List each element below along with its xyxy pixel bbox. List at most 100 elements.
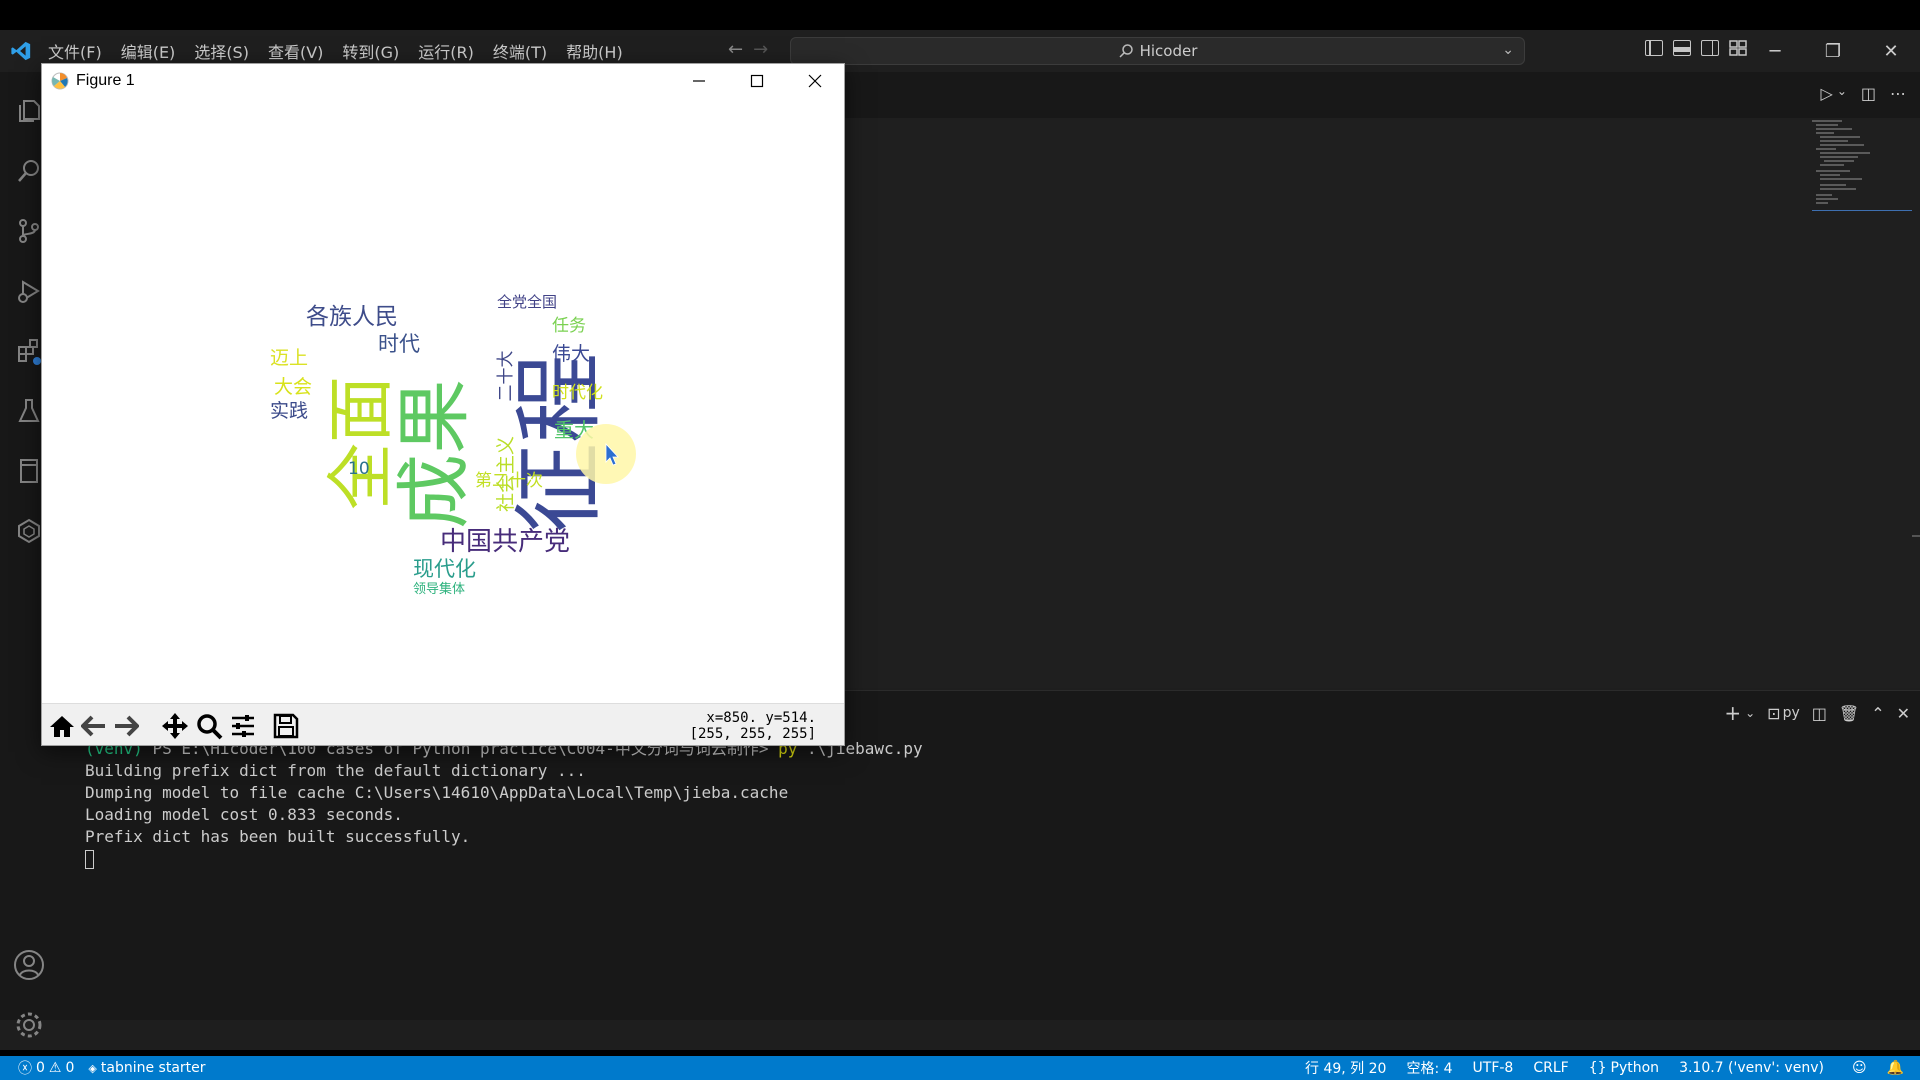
terminal-name-label[interactable]: py — [1783, 705, 1800, 721]
menu-view[interactable]: 查看(V) — [268, 39, 323, 63]
end-of-line[interactable]: CRLF — [1533, 1060, 1568, 1076]
figure-window: Figure 1 征程 成果 全面 中国共产党 现代化 各族人民 时代 迈上 大… — [41, 63, 845, 746]
close-panel-icon[interactable]: ✕ — [1897, 704, 1910, 723]
forward-arrow-icon[interactable]: → — [753, 39, 768, 60]
tabnine-status-icon: ◈ — [88, 1061, 97, 1075]
figure-close-icon[interactable] — [786, 64, 844, 98]
screen: 文件(F) 编辑(E) 选择(S) 查看(V) 转到(G) 运行(R) 终端(T… — [0, 0, 1920, 1080]
zoom-icon[interactable] — [194, 711, 224, 741]
panel-actions: + ⌄ ⊡ py ◫ 🗑 ⌃ ✕ — [1724, 701, 1910, 725]
figure-title-bar[interactable]: Figure 1 — [42, 64, 844, 98]
error-count: 0 — [36, 1060, 45, 1076]
maximize-panel-icon[interactable]: ⌃ — [1871, 704, 1884, 723]
terminal-dropdown-chevron-icon[interactable]: ⌄ — [1745, 706, 1755, 720]
subplots-config-icon[interactable] — [228, 711, 258, 741]
menu-run[interactable]: 运行(R) — [418, 39, 474, 63]
trash-icon[interactable]: 🗑 — [1839, 704, 1859, 723]
language-label: Python — [1610, 1060, 1660, 1076]
home-icon[interactable] — [47, 711, 77, 741]
split-editor-icon[interactable]: ◫ — [1861, 84, 1876, 103]
account-icon[interactable] — [12, 948, 46, 982]
terminal-output[interactable]: (venv) PS E:\Hicoder\100 cases of Python… — [85, 738, 923, 870]
wc-word: 领导集体 — [413, 581, 465, 597]
wc-word: 中国共产党 — [440, 527, 570, 557]
feedback-icon[interactable]: ☺ — [1852, 1060, 1867, 1076]
menu-terminal[interactable]: 终端(T) — [493, 39, 547, 63]
wc-word: 现代化 — [413, 557, 476, 581]
new-terminal-icon[interactable]: + — [1724, 701, 1741, 725]
editor-scrollbar[interactable] — [1912, 535, 1920, 537]
menu-go[interactable]: 转到(G) — [342, 39, 399, 63]
tabnine-status[interactable]: ◈ tabnine starter — [88, 1060, 205, 1076]
status-bar: ⓧ 0 ⚠ 0 ◈ tabnine starter 行 49, 列 20 空格:… — [0, 1056, 1920, 1080]
python-interpreter[interactable]: 3.10.7 ('venv': venv) — [1679, 1060, 1824, 1076]
pan-move-icon[interactable] — [160, 711, 190, 741]
braces-icon: {} — [1588, 1060, 1607, 1076]
encoding[interactable]: UTF-8 — [1473, 1060, 1514, 1076]
menu-help[interactable]: 帮助(H) — [566, 39, 623, 63]
window-controls: ─ ❐ ✕ — [1746, 30, 1920, 72]
minimap[interactable] — [1812, 118, 1912, 238]
wc-word: 成果 — [390, 379, 478, 529]
status-bar-right: 行 49, 列 20 空格: 4 UTF-8 CRLF {} Python 3.… — [1285, 1056, 1910, 1080]
coords-rgb: [255, 255, 255] — [689, 726, 816, 742]
wc-word: 伟大 — [552, 343, 590, 365]
notifications-bell-icon[interactable]: 🔔 — [1887, 1060, 1904, 1076]
problems-indicator[interactable]: ⓧ 0 ⚠ 0 — [18, 1058, 74, 1078]
wc-word: 社会主义 — [495, 436, 517, 512]
figure-minimize-icon[interactable] — [670, 64, 728, 98]
customize-layout-icon[interactable] — [1729, 40, 1747, 56]
menu-file[interactable]: 文件(F) — [48, 39, 102, 63]
save-figure-icon[interactable] — [271, 711, 301, 741]
minimize-icon[interactable]: ─ — [1746, 30, 1804, 72]
toggle-secondary-sidebar-icon[interactable] — [1701, 40, 1719, 56]
wc-word: 迈上 — [270, 347, 308, 369]
wc-word: 各族人民 — [306, 304, 398, 330]
tabnine-label: tabnine starter — [100, 1060, 206, 1076]
wc-word: 时代化 — [552, 383, 603, 403]
command-center-search[interactable]: Hicoder ⌄ — [790, 37, 1525, 65]
close-icon[interactable]: ✕ — [1862, 30, 1920, 72]
terminal-shell-icon[interactable]: ⊡ — [1767, 704, 1780, 723]
run-file-icon[interactable]: ▷ — [1821, 84, 1833, 103]
terminal-line: Loading model cost 0.833 seconds. — [85, 805, 403, 824]
command-center-label: Hicoder — [1139, 42, 1198, 60]
indentation[interactable]: 空格: 4 — [1406, 1058, 1452, 1078]
back-icon[interactable] — [79, 711, 109, 741]
menu-edit[interactable]: 编辑(E) — [121, 39, 176, 63]
wc-word: 二十大 — [496, 351, 516, 402]
terminal-line: Prefix dict has been built successfully. — [85, 827, 471, 846]
split-terminal-icon[interactable]: ◫ — [1812, 704, 1827, 723]
error-icon: ⓧ — [18, 1061, 32, 1077]
figure-maximize-icon[interactable] — [728, 64, 786, 98]
warning-count: 0 — [65, 1060, 75, 1076]
vscode-logo-icon — [11, 41, 31, 61]
language-mode[interactable]: {} Python — [1589, 1060, 1659, 1076]
more-actions-icon[interactable]: ⋯ — [1890, 84, 1906, 103]
chevron-down-icon[interactable]: ⌄ — [1502, 42, 1514, 58]
run-dropdown-chevron-icon[interactable]: ⌄ — [1837, 84, 1847, 103]
wc-word: 实践 — [270, 400, 308, 422]
coords-xy: x=850. y=514. — [706, 710, 816, 726]
wc-word: 任务 — [552, 316, 586, 336]
figure-title: Figure 1 — [76, 72, 135, 89]
gear-icon[interactable] — [12, 1008, 46, 1042]
cursor-coordinates: x=850. y=514. [255, 255, 255] — [690, 710, 816, 742]
menu-selection[interactable]: 选择(S) — [194, 39, 249, 63]
editor-actions: ▷ ⌄ ◫ ⋯ — [1821, 84, 1907, 103]
cursor-position[interactable]: 行 49, 列 20 — [1305, 1058, 1386, 1078]
layout-controls — [1645, 40, 1747, 56]
restore-icon[interactable]: ❐ — [1804, 30, 1862, 72]
forward-icon[interactable] — [111, 711, 141, 741]
warning-icon: ⚠ — [48, 1060, 62, 1076]
terminal-cursor-line — [85, 848, 923, 870]
terminal-cursor — [85, 850, 94, 869]
toggle-panel-icon[interactable] — [1673, 40, 1691, 56]
back-arrow-icon[interactable]: ← — [728, 39, 743, 60]
toggle-primary-sidebar-icon[interactable] — [1645, 40, 1663, 56]
wc-word: 全党全国 — [497, 293, 557, 311]
word-cloud-canvas[interactable]: 征程 成果 全面 中国共产党 现代化 各族人民 时代 迈上 大会 实践 全党全国… — [42, 98, 844, 703]
terminal-line: Dumping model to file cache C:\Users\146… — [85, 783, 789, 802]
wc-word: 全面 — [322, 376, 400, 510]
wc-word: 大会 — [274, 376, 312, 398]
